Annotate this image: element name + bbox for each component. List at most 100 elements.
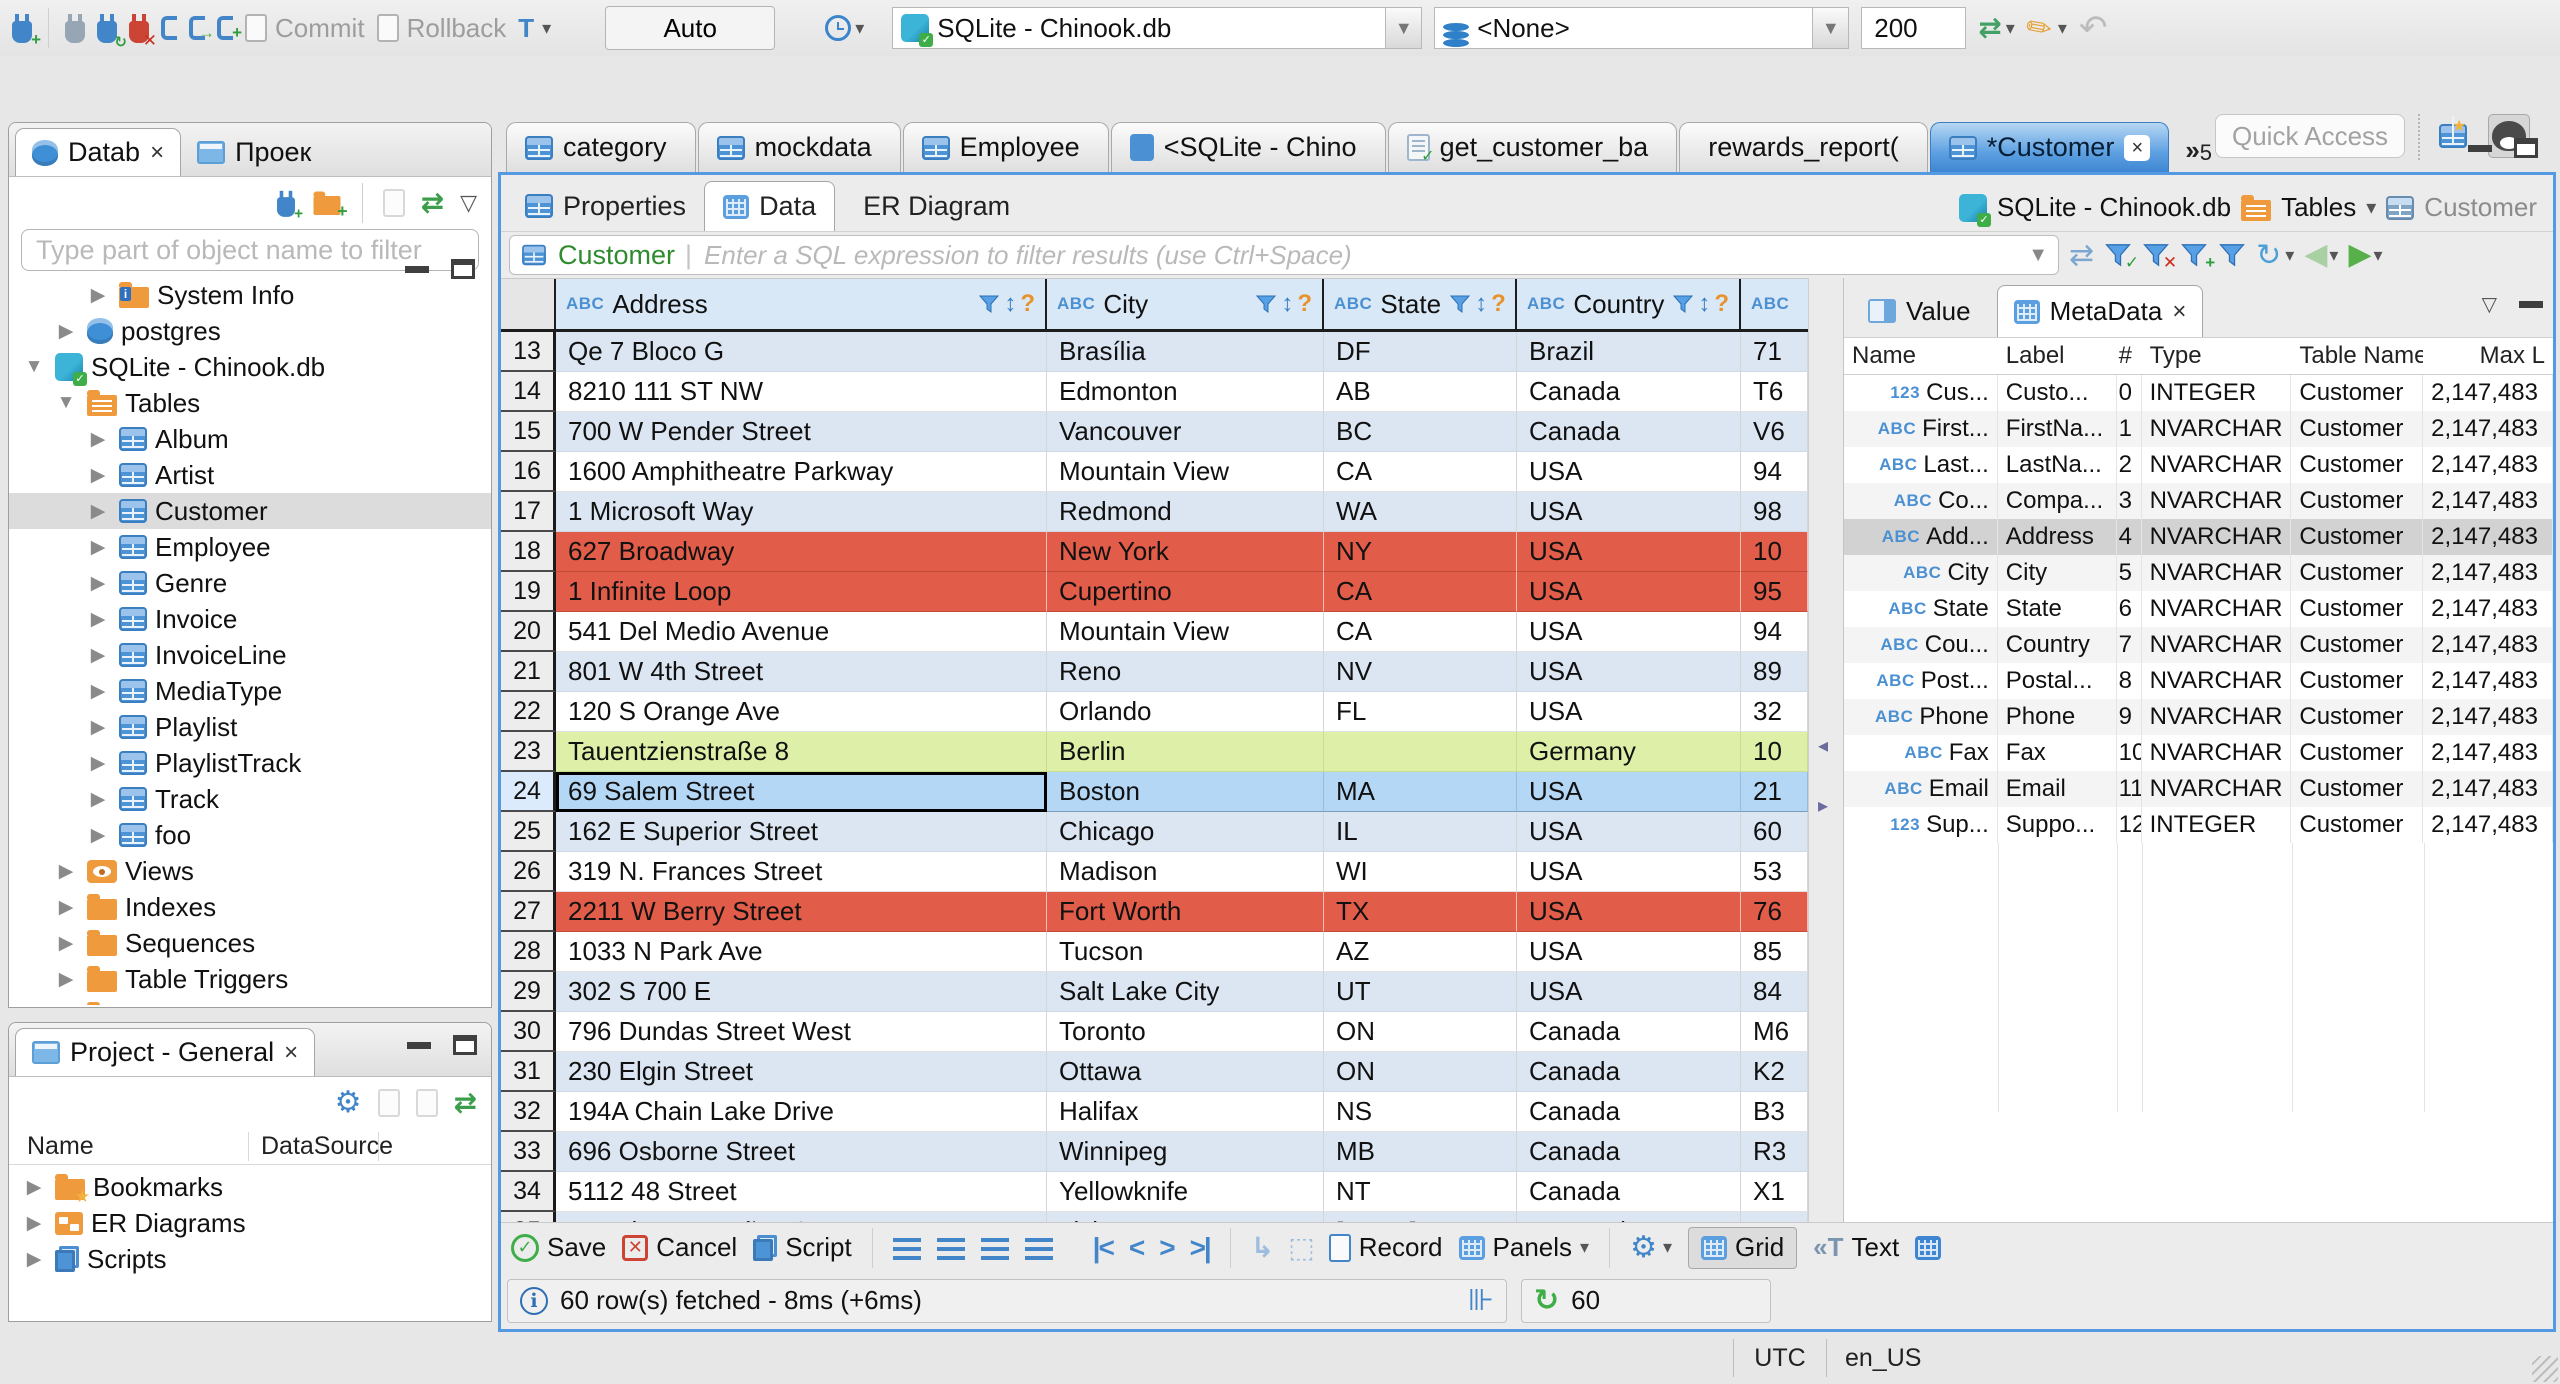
tree-item[interactable]: ▶ System Info [9,277,491,313]
cell-state[interactable]: NY [1324,532,1517,572]
cell-country[interactable]: Canada [1517,1132,1741,1172]
sash-collapse-left-icon[interactable]: ◂ [1818,733,1828,758]
table-row[interactable]: 15 700 W Pender Street Vancouver BC Cana… [501,412,1808,452]
row-number-cell[interactable]: 19 [501,572,556,612]
editor-subtab[interactable]: ER Diagram [835,181,1028,231]
metadata-row[interactable]: ABC First... FirstNa... 1 NVARCHAR Custom… [1844,411,2553,447]
cell-country[interactable]: USA [1517,772,1741,812]
tree-item[interactable]: ▶ Genre [9,565,491,601]
cell-city[interactable]: Berlin [1047,732,1324,772]
gear-icon[interactable]: ⚙ [335,1088,362,1118]
cell-city[interactable]: Toronto [1047,1012,1324,1052]
cell-address[interactable]: 1 Microsoft Way [556,492,1047,532]
new-folder-icon[interactable] [313,191,347,222]
column-header-country[interactable]: ABC Country ↕? [1517,279,1741,332]
cell-state[interactable] [1324,732,1517,772]
cell-city[interactable]: Salt Lake City [1047,972,1324,1012]
delete-row-icon[interactable] [1024,1235,1053,1260]
tree-twisty-icon[interactable]: ▶ [53,896,79,919]
cell-postal-clipped[interactable]: 98 [1741,492,1808,532]
cell-city[interactable]: New York [1047,532,1324,572]
cell-city[interactable]: Halifax [1047,1092,1324,1132]
cell-address[interactable]: 1 Infinite Loop [556,572,1047,612]
tree-twisty-icon[interactable]: ▼ [21,356,47,378]
tree-item[interactable]: ▶ Sequences [9,925,491,961]
metadata-row[interactable]: ABC Phone Phone 9 NVARCHAR Customer 2,147… [1844,699,2553,735]
editor-tab[interactable]: Employee [902,122,1109,172]
new-connection-icon[interactable]: + [12,13,41,48]
transaction-history-button[interactable]: ▾ [825,15,864,41]
table-row[interactable]: 27 2211 W Berry Street Fort Worth TX USA… [501,892,1808,932]
gear-icon[interactable]: ⚙ [1630,1232,1657,1263]
cell-postal-clipped[interactable]: 71 [1741,332,1808,372]
minimize-view-icon[interactable] [405,265,429,273]
tree-twisty-icon[interactable]: ▶ [85,428,111,451]
cell-country[interactable]: Canada [1517,372,1741,412]
manual-commit-mode-icon[interactable]: → [189,16,215,41]
chevron-down-icon[interactable]: ▾ [2285,245,2294,266]
tree-item[interactable]: ▶ Album [9,421,491,457]
meta-col-max[interactable]: Max L [2423,342,2553,370]
tree-twisty-icon[interactable]: ▶ [85,644,111,667]
panels-button[interactable]: Panels ▾ [1458,1232,1589,1263]
close-icon[interactable]: × [284,1040,298,1065]
column-header-address[interactable]: ABC Address ↕? [556,279,1047,332]
filter-remove-icon[interactable]: ✕ [2142,241,2177,272]
cell-address[interactable]: 230 Elgin Street [556,1052,1047,1092]
cell-postal-clipped[interactable]: 60 [1741,812,1808,852]
tree-twisty-icon[interactable]: ▶ [85,464,111,487]
cell-city[interactable]: Orlando [1047,692,1324,732]
cell-postal-clipped[interactable]: 21 [1741,772,1808,812]
cell-state[interactable]: MB [1324,1132,1517,1172]
cell-postal-clipped[interactable]: 84 [1741,972,1808,1012]
table-row[interactable]: 30 796 Dundas Street West Toronto ON Can… [501,1012,1808,1052]
breadcrumb-container[interactable]: Tables [2281,192,2356,223]
schema-selector-combo[interactable]: <None> ▼ [1434,7,1850,49]
transaction-log-button[interactable]: T ▾ [518,13,551,44]
cell-address[interactable]: Tauentzienstraße 8 [556,732,1047,772]
cell-city[interactable]: Lisbon [1047,1212,1324,1222]
table-row[interactable]: 13 Qe 7 Bloco G Brasília DF Brazil 71 [501,332,1808,372]
breadcrumb-entity[interactable]: Customer [2424,192,2537,223]
table-row[interactable]: 16 1600 Amphitheatre Parkway Mountain Vi… [501,452,1808,492]
tree-item[interactable]: ▶ foo [9,817,491,853]
cell-postal-clipped[interactable]: 53 [1741,852,1808,892]
maximize-view-icon[interactable] [453,1035,477,1055]
tree-twisty-icon[interactable]: ▶ [85,824,111,847]
row-number-cell[interactable]: 23 [501,732,556,772]
new-transaction-icon[interactable]: + [217,16,242,41]
cell-country[interactable]: USA [1517,532,1741,572]
cell-city[interactable]: Madison [1047,852,1324,892]
tree-twisty-icon[interactable]: ▼ [53,392,79,414]
tree-item[interactable]: ▶ Artist [9,457,491,493]
autocommit-mode-icon[interactable] [161,16,177,40]
tree-item[interactable]: ▶ Invoice [9,601,491,637]
cell-state[interactable]: BC [1324,412,1517,452]
connect-icon[interactable] [65,13,85,43]
metadata-row[interactable]: 123Sup... Suppo... 12 INTEGER Customer 2… [1844,807,2553,843]
editor-tab[interactable]: get_customer_ba [1387,122,1678,172]
next-row-icon[interactable]: > [1159,1232,1175,1264]
row-number-cell[interactable]: 28 [501,932,556,972]
cell-country[interactable]: Canada [1517,1012,1741,1052]
table-row[interactable]: 21 801 W 4th Street Reno NV USA 89 [501,652,1808,692]
cell-address[interactable]: 1033 N Park Ave [556,932,1047,972]
metadata-row[interactable]: ABC Cou... Country 7 NVARCHAR Customer 2,… [1844,627,2553,663]
cell-postal-clipped[interactable]: 32 [1741,692,1808,732]
cell-country[interactable]: USA [1517,852,1741,892]
cell-state[interactable]: IL [1324,812,1517,852]
cell-postal-clipped[interactable]: 95 [1741,572,1808,612]
tree-twisty-icon[interactable]: ▶ [21,1248,47,1271]
tree-twisty-icon[interactable]: ▶ [53,968,79,991]
cell-postal-clipped[interactable]: 89 [1741,652,1808,692]
cell-postal-clipped[interactable]: T6 [1741,372,1808,412]
schema-selector-dropdown[interactable]: ▼ [1812,8,1849,48]
rollback-button[interactable]: Rollback [376,13,506,44]
editor-tab[interactable]: <SQLite - Chino [1110,122,1386,172]
row-number-cell[interactable]: 35 [501,1212,556,1222]
cell-city[interactable]: Fort Worth [1047,892,1324,932]
cell-country[interactable]: Canada [1517,1052,1741,1092]
cell-city[interactable]: Reno [1047,652,1324,692]
cell-city[interactable]: Vancouver [1047,412,1324,452]
cell-state[interactable]: AZ [1324,932,1517,972]
